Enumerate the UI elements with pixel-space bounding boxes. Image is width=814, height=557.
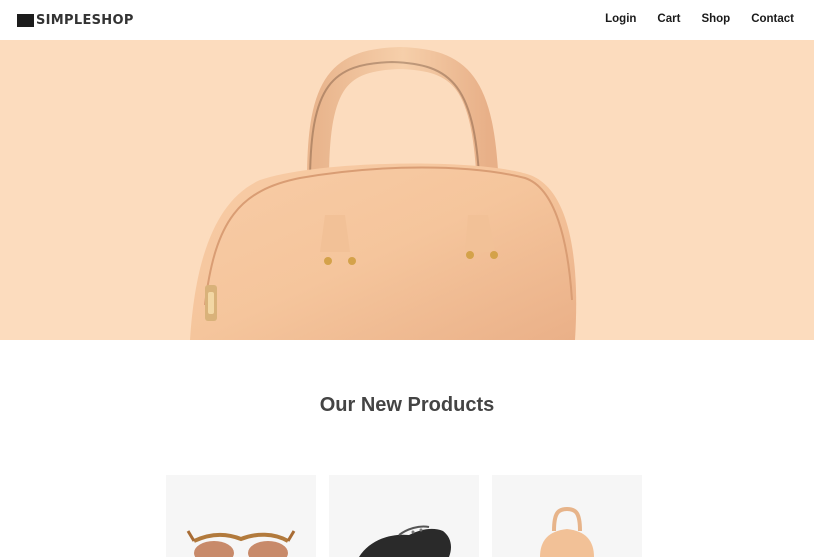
hero-handbag-image [190,46,577,340]
nav-shop-link[interactable]: Shop [701,13,730,25]
top-navbar: SIMPLESHOP Login Cart Shop Contact [0,0,814,40]
shoe-image [359,525,451,557]
logo-mark-icon [17,13,34,27]
product-card-handbag[interactable] [492,475,642,557]
nav-links: Login Cart Shop Contact [605,13,794,25]
nav-contact-link[interactable]: Contact [751,13,794,25]
product-grid [166,475,642,557]
hero-banner [0,40,814,340]
section-title: Our New Products [319,394,495,416]
nav-login-link[interactable]: Login [605,13,636,25]
handbag-image [540,506,594,557]
brand-name: SIMPLESHOP [36,12,134,28]
sunglasses-image [186,530,296,557]
product-card-shoe[interactable] [329,475,479,557]
nav-cart-link[interactable]: Cart [657,13,680,25]
product-card-sunglasses[interactable] [166,475,316,557]
brand-logo[interactable]: SIMPLESHOP [17,12,134,28]
